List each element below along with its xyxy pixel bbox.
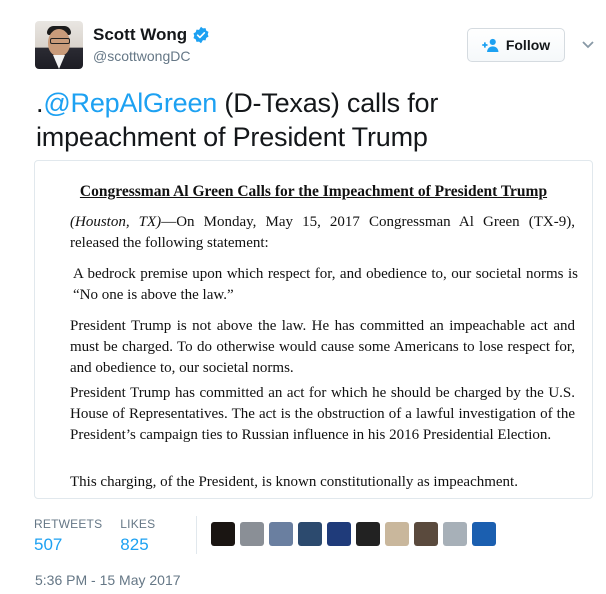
- document-title: Congressman Al Green Calls for the Impea…: [79, 183, 548, 200]
- author-avatar[interactable]: [35, 21, 83, 69]
- liker-avatar-6[interactable]: [356, 522, 380, 546]
- retweets-count: 507: [34, 535, 63, 554]
- document-paragraph-4: President Trump has committed an act for…: [70, 385, 575, 443]
- follow-label: Follow: [505, 37, 551, 53]
- chevron-down-icon[interactable]: [582, 40, 594, 50]
- avatar-collar: [53, 55, 65, 69]
- author-name[interactable]: Scott Wong: [93, 25, 187, 45]
- add-user-icon: [482, 38, 499, 52]
- avatar-glasses: [50, 38, 70, 44]
- liker-avatar-2[interactable]: [240, 522, 264, 546]
- tweet-text: .@RepAlGreen (D-Texas) calls for impeach…: [36, 86, 576, 154]
- liker-avatar-5[interactable]: [327, 522, 351, 546]
- document-paragraph-1: (Houston, TX)—On Monday, May 15, 2017 Co…: [70, 212, 575, 254]
- tweet-stats: RETWEETS 507 LIKES 825: [34, 517, 173, 555]
- attached-document-image[interactable]: Congressman Al Green Calls for the Impea…: [34, 160, 593, 499]
- liker-avatar-10[interactable]: [472, 522, 496, 546]
- liker-avatars: [211, 522, 501, 546]
- likes-stat[interactable]: LIKES 825: [120, 517, 155, 555]
- tweet-mention-link[interactable]: @RepAlGreen: [43, 88, 217, 118]
- verified-badge-icon: [193, 26, 209, 44]
- likes-label: LIKES: [120, 517, 156, 531]
- follow-button[interactable]: Follow: [467, 28, 565, 62]
- document-location: (Houston, TX): [70, 214, 162, 230]
- stats-divider: [196, 516, 197, 554]
- liker-avatar-7[interactable]: [385, 522, 409, 546]
- liker-avatar-8[interactable]: [414, 522, 438, 546]
- document-paragraph-2: A bedrock premise upon which respect for…: [73, 266, 578, 303]
- retweets-label: RETWEETS: [34, 517, 103, 531]
- likes-count: 825: [120, 535, 149, 554]
- liker-avatar-1[interactable]: [211, 522, 235, 546]
- retweets-stat[interactable]: RETWEETS 507: [34, 517, 102, 555]
- author-name-row[interactable]: Scott Wong: [93, 25, 210, 45]
- liker-avatar-3[interactable]: [269, 522, 293, 546]
- tweet-timestamp[interactable]: 5:36 PM - 15 May 2017: [35, 572, 181, 588]
- document-paragraph-5: This charging, of the President, is know…: [70, 474, 518, 490]
- liker-avatar-9[interactable]: [443, 522, 467, 546]
- liker-avatar-4[interactable]: [298, 522, 322, 546]
- author-handle[interactable]: @scottwongDC: [93, 48, 190, 64]
- document-paragraph-3: President Trump is not above the law. He…: [70, 318, 575, 376]
